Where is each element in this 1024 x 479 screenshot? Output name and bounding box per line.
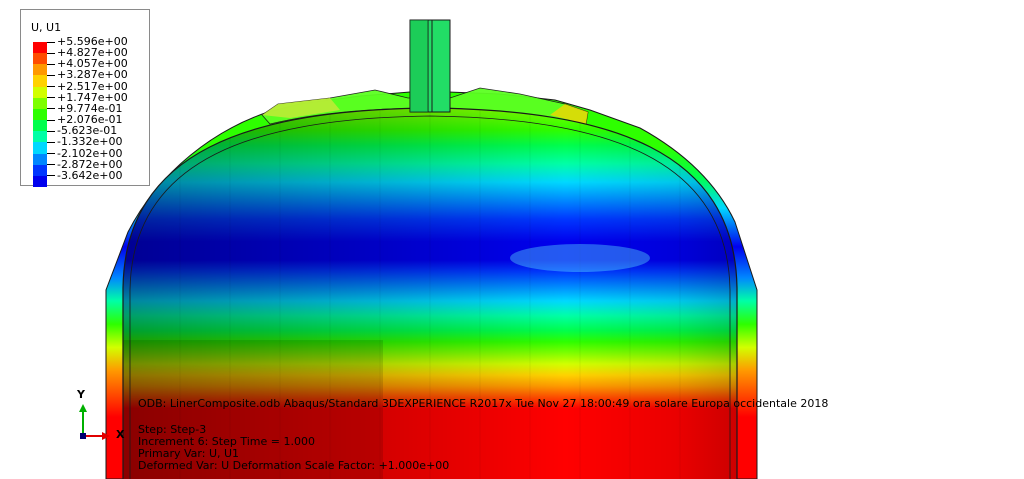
- legend-swatch: [33, 108, 47, 121]
- x-axis-label: X: [116, 428, 125, 441]
- legend-swatch: [33, 142, 47, 154]
- legend-color-bar: [33, 42, 47, 188]
- inner-liner: [123, 108, 737, 479]
- legend-swatch: [33, 153, 47, 165]
- coordinate-triad[interactable]: Y X: [74, 388, 134, 448]
- y-axis-label: Y: [77, 388, 85, 401]
- legend-swatch: [33, 131, 47, 143]
- legend-title: U, U1: [31, 21, 62, 34]
- legend-label: -3.642e+00: [47, 170, 128, 181]
- legend-swatch: [33, 97, 47, 109]
- legend-swatch: [33, 86, 47, 98]
- legend-swatch: [33, 164, 47, 176]
- legend-swatch: [33, 75, 47, 87]
- deformed-var-line: Deformed Var: U Deformation Scale Factor…: [138, 459, 450, 472]
- legend-labels: +5.596e+00 +4.827e+00 +4.057e+00 +3.287e+00…: [47, 36, 128, 181]
- contour-legend[interactable]: U, U1 +5.596e+00 +4.827e+00 +4.057e+00 +3.2…: [20, 9, 150, 188]
- legend-swatch: [33, 64, 47, 76]
- odb-info-line: ODB: LinerComposite.odb Abaqus/Standard …: [138, 397, 829, 410]
- legend-swatch: [33, 42, 47, 54]
- legend-swatch: [33, 53, 47, 65]
- legend-swatch: [33, 175, 47, 188]
- legend-swatch: [33, 120, 47, 132]
